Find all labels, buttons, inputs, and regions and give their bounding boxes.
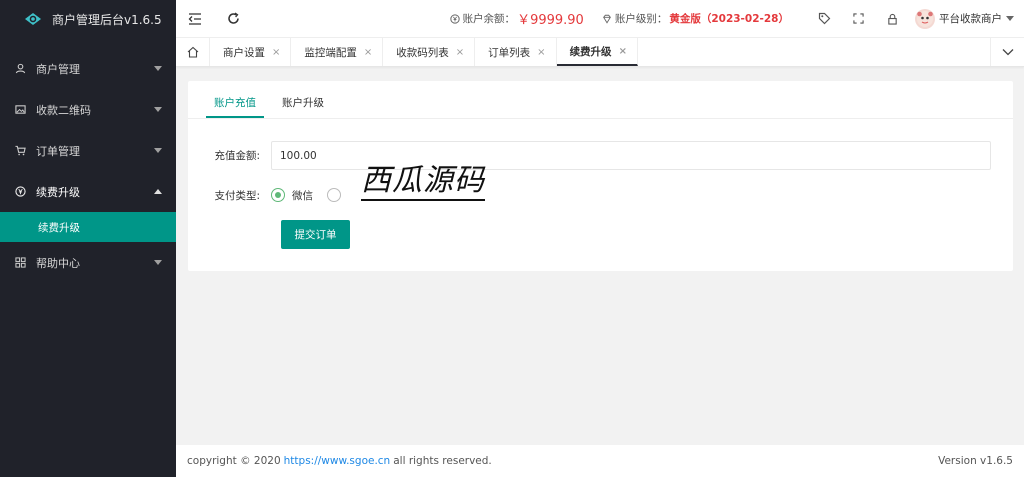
close-icon[interactable]: × bbox=[456, 47, 464, 58]
top-header: 账户余额： ￥9999.90 账户级别： 黄金版（2023-02-28） 平台收… bbox=[176, 0, 1024, 38]
tab-merchant-settings[interactable]: 商户设置 × bbox=[210, 38, 292, 66]
watermark-text: 西瓜源码 bbox=[361, 163, 485, 201]
user-icon bbox=[14, 63, 26, 75]
radio-circle bbox=[271, 188, 285, 202]
chevron-down-icon[interactable] bbox=[990, 38, 1024, 66]
chevron-down-icon bbox=[154, 66, 162, 71]
sidebar-item-qrcode[interactable]: 收款二维码 bbox=[0, 89, 176, 130]
tab-label: 续费升级 bbox=[569, 45, 612, 58]
refresh-icon[interactable] bbox=[214, 0, 252, 38]
avatar bbox=[915, 8, 935, 29]
fullscreen-icon[interactable] bbox=[841, 0, 875, 38]
level-label: 账户级别： bbox=[614, 13, 668, 25]
menu-fold-icon[interactable] bbox=[176, 0, 214, 38]
tab-label: 收款码列表 bbox=[396, 46, 449, 59]
amount-label: 充值金额: bbox=[214, 150, 260, 162]
tab-label: 商户设置 bbox=[223, 46, 265, 59]
chevron-down-icon bbox=[154, 260, 162, 265]
version-text: Version v1.6.5 bbox=[938, 455, 1013, 467]
balance-value: ￥9999.90 bbox=[517, 13, 584, 28]
subtab-recharge[interactable]: 账户充值 bbox=[206, 81, 264, 118]
user-menu[interactable]: 平台收款商户 bbox=[909, 8, 1024, 29]
sidebar-subitem-renew[interactable]: 续费升级 bbox=[0, 212, 176, 242]
home-icon[interactable] bbox=[176, 38, 210, 66]
grid-icon bbox=[14, 257, 26, 269]
subtab-upgrade[interactable]: 账户升级 bbox=[274, 81, 332, 118]
radio-circle bbox=[327, 188, 341, 202]
sidebar-item-label: 帮助中心 bbox=[36, 256, 80, 270]
balance-label: 账户余额： bbox=[462, 13, 516, 25]
sidebar-item-merchant[interactable]: 商户管理 bbox=[0, 48, 176, 89]
sidebar-item-renew[interactable]: 续费升级 bbox=[0, 171, 176, 212]
eye-logo-icon bbox=[24, 10, 42, 28]
tab-label: 订单列表 bbox=[488, 46, 531, 59]
balance-info: 账户余额： ￥9999.90 bbox=[449, 9, 584, 28]
app-title: 商户管理后台v1.6.5 bbox=[52, 12, 162, 27]
radio-other[interactable] bbox=[327, 188, 348, 202]
subtab-bar: 账户充值 账户升级 bbox=[188, 81, 1013, 119]
close-icon[interactable]: × bbox=[272, 47, 280, 58]
submit-row: 提交订单 bbox=[281, 220, 350, 249]
copyright-prefix: copyright © 2020 bbox=[187, 455, 281, 467]
sidebar-item-label: 商户管理 bbox=[36, 62, 80, 76]
page-tabs: 商户设置 × 监控端配置 × 收款码列表 × 订单列表 × 续费升级 × bbox=[176, 38, 1024, 67]
radio-label: 微信 bbox=[292, 189, 313, 202]
tab-label: 监控端配置 bbox=[304, 46, 357, 59]
tag-icon[interactable] bbox=[807, 0, 841, 38]
sidebar-subitem-label: 续费升级 bbox=[38, 221, 80, 234]
lock-icon[interactable] bbox=[875, 0, 909, 38]
diamond-icon bbox=[602, 14, 612, 24]
level-value: 黄金版（2023-02-28） bbox=[669, 13, 789, 25]
tab-monitor-config[interactable]: 监控端配置 × bbox=[291, 38, 384, 66]
cart-icon bbox=[14, 145, 26, 157]
tab-renew-upgrade[interactable]: 续费升级 × bbox=[556, 38, 638, 66]
pay-type-row: 支付类型: 微信 bbox=[188, 185, 362, 205]
chevron-down-icon bbox=[154, 148, 162, 153]
image-icon bbox=[14, 104, 26, 116]
pay-type-label: 支付类型: bbox=[214, 189, 260, 202]
tab-order-list[interactable]: 订单列表 × bbox=[475, 38, 557, 66]
amount-row: 充值金额: 100.00 bbox=[188, 141, 991, 170]
user-name: 平台收款商户 bbox=[939, 13, 1002, 25]
chevron-up-icon bbox=[154, 189, 162, 194]
footer: copyright © 2020 https://www.sgoe.cn all… bbox=[176, 445, 1024, 477]
close-icon[interactable]: × bbox=[364, 47, 372, 58]
close-icon[interactable]: × bbox=[619, 46, 627, 57]
sidebar-item-label: 续费升级 bbox=[36, 185, 80, 199]
app-logo[interactable]: 商户管理后台v1.6.5 bbox=[0, 0, 176, 38]
level-info: 账户级别： 黄金版（2023-02-28） bbox=[602, 11, 789, 26]
chevron-down-icon bbox=[1006, 16, 1014, 21]
close-icon[interactable]: × bbox=[537, 47, 545, 58]
sidebar-item-orders[interactable]: 订单管理 bbox=[0, 130, 176, 171]
copyright-suffix: all rights reserved. bbox=[393, 455, 492, 467]
sidebar: 商户管理后台v1.6.5 商户管理 收款二维码 订单管理 续费升级 续费升级 帮… bbox=[0, 0, 176, 477]
chevron-down-icon bbox=[154, 107, 162, 112]
yen-circle-icon bbox=[14, 186, 26, 198]
radio-wechat[interactable]: 微信 bbox=[271, 188, 313, 203]
yen-circle-icon bbox=[449, 13, 460, 24]
sidebar-item-label: 收款二维码 bbox=[36, 103, 91, 117]
tab-qrcode-list[interactable]: 收款码列表 × bbox=[383, 38, 476, 66]
submit-order-button[interactable]: 提交订单 bbox=[281, 220, 350, 249]
footer-link[interactable]: https://www.sgoe.cn bbox=[284, 455, 391, 467]
sidebar-item-help[interactable]: 帮助中心 bbox=[0, 242, 176, 283]
sidebar-item-label: 订单管理 bbox=[36, 144, 80, 158]
recharge-card: 账户充值 账户升级 充值金额: 100.00 支付类型: 微信 提交订单 bbox=[188, 81, 1013, 271]
